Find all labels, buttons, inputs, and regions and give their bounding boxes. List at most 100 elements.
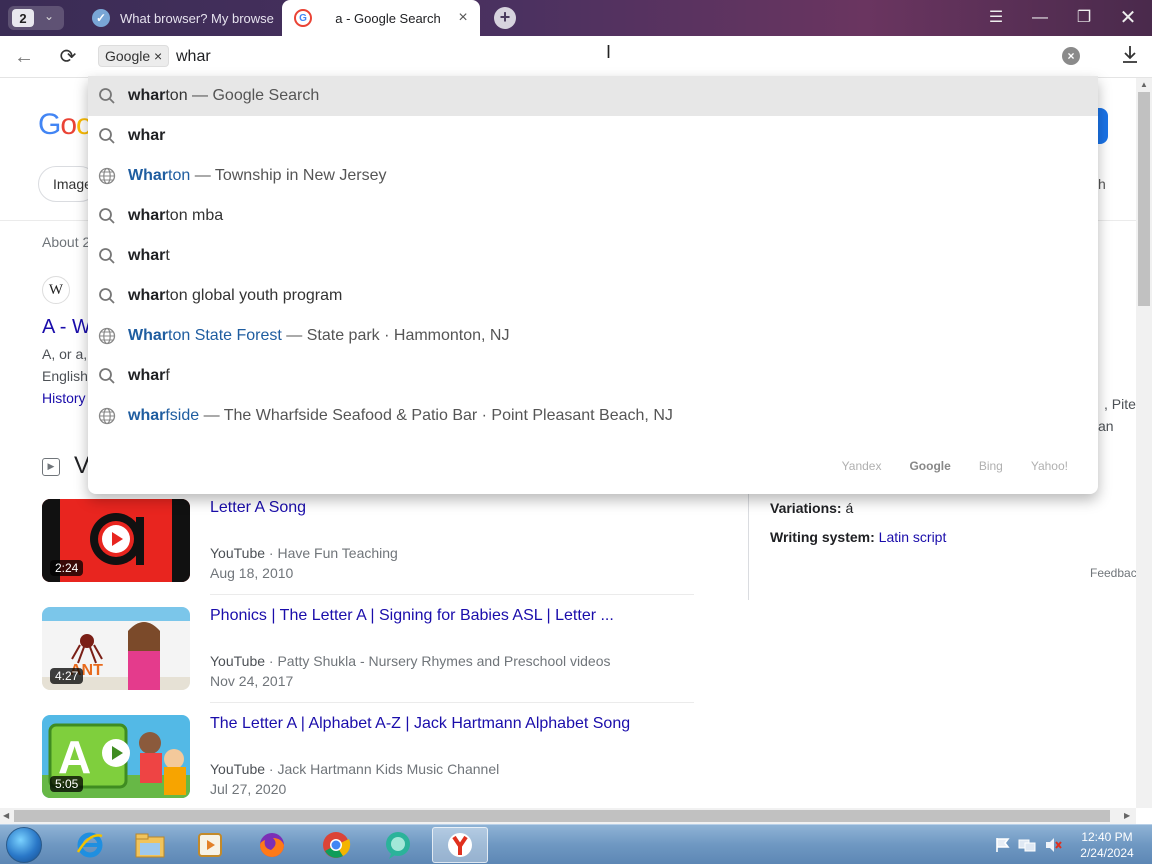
scroll-left-icon[interactable]: ◀ xyxy=(3,811,9,820)
search-icon xyxy=(88,287,128,305)
suggestion-item[interactable]: whar xyxy=(88,116,1098,156)
tab-what-browser[interactable]: ✓ What browser? My browse xyxy=(80,0,276,36)
video-thumbnail[interactable]: ANT 4:27 xyxy=(42,607,190,690)
divider xyxy=(210,702,694,703)
knowledge-panel-text: an xyxy=(1098,418,1114,434)
volume-muted-icon[interactable] xyxy=(1044,837,1062,853)
search-icon xyxy=(88,207,128,225)
tab-bar: 2 ⌄ ✓ What browser? My browse G a - Goog… xyxy=(0,0,1152,36)
browser-favicon-icon: ✓ xyxy=(92,9,110,27)
video-source: YouTube · Have Fun Teaching xyxy=(210,545,398,561)
tab-count-badge: 2 xyxy=(12,9,34,27)
minimize-icon[interactable]: — xyxy=(1028,6,1052,30)
suggestion-text: Wharton State Forest — State park · Hamm… xyxy=(128,327,510,344)
tab-title: a - Google Search xyxy=(335,10,441,26)
video-date: Aug 18, 2010 xyxy=(210,565,294,581)
engine-yandex[interactable]: Yandex xyxy=(842,459,882,473)
video-title-link[interactable]: The Letter A | Alphabet A-Z | Jack Hartm… xyxy=(210,715,630,733)
latin-script-link[interactable]: Latin script xyxy=(879,529,947,545)
scrollbar-thumb[interactable] xyxy=(1138,92,1150,306)
suggestion-item[interactable]: wharton — Google Search xyxy=(88,76,1098,116)
history-link[interactable]: History xyxy=(42,390,86,406)
menu-icon[interactable]: ☰ xyxy=(984,6,1008,30)
suggestion-text: wharfside — The Wharfside Seafood & Pati… xyxy=(128,407,673,424)
file-explorer-icon[interactable] xyxy=(122,827,178,863)
tab-close-icon[interactable]: × xyxy=(454,9,472,27)
search-icon xyxy=(88,127,128,145)
internet-explorer-icon[interactable] xyxy=(62,827,118,863)
video-duration: 2:24 xyxy=(50,560,84,576)
media-player-icon[interactable] xyxy=(182,827,238,863)
video-result[interactable]: 2:24 Letter A Song YouTube · Have Fun Te… xyxy=(42,499,694,607)
yandex-browser-icon[interactable] xyxy=(432,827,488,863)
chat-app-icon[interactable] xyxy=(370,827,426,863)
clock-date: 2/24/2024 xyxy=(1080,846,1134,860)
globe-icon xyxy=(88,407,128,425)
wikipedia-icon: W xyxy=(42,276,70,304)
suggestion-text: wharton global youth program xyxy=(128,287,343,304)
result-snippet: A, or a, xyxy=(42,346,88,362)
tab-google-search[interactable]: G a - Google Search × xyxy=(282,0,480,36)
restore-icon[interactable]: ❐ xyxy=(1072,6,1096,30)
suggestion-text: Wharton — Township in New Jersey xyxy=(128,167,387,184)
tools-link[interactable]: h xyxy=(1098,176,1106,192)
video-thumbnail[interactable]: A 5:05 xyxy=(42,715,190,798)
video-source: YouTube · Jack Hartmann Kids Music Chann… xyxy=(210,761,500,777)
search-icon xyxy=(88,367,128,385)
scrollbar-thumb[interactable] xyxy=(14,810,1110,822)
back-arrow-icon[interactable]: ← xyxy=(12,45,36,69)
result-stats: About 2 xyxy=(42,234,91,250)
globe-icon xyxy=(88,167,128,185)
network-icon[interactable] xyxy=(1018,837,1036,853)
action-center-flag-icon[interactable] xyxy=(994,837,1012,853)
video-thumbnail[interactable]: 2:24 xyxy=(42,499,190,582)
feedback-link[interactable]: Feedbac xyxy=(1090,566,1136,580)
windows-taskbar: 12:40 PM 2/24/2024 xyxy=(0,824,1152,864)
start-button[interactable] xyxy=(6,827,42,863)
search-engine-chip[interactable]: Google × xyxy=(98,45,170,67)
clear-input-icon[interactable]: × xyxy=(1062,47,1080,65)
vertical-scrollbar[interactable]: ▲ xyxy=(1136,78,1152,808)
scroll-right-icon[interactable]: ▶ xyxy=(1124,811,1130,820)
suggestion-item[interactable]: wharf xyxy=(88,356,1098,396)
suggestion-item[interactable]: Wharton — Township in New Jersey xyxy=(88,156,1098,196)
result-title-link[interactable]: A - W xyxy=(42,316,91,339)
horizontal-scrollbar[interactable]: ◀ ▶ xyxy=(0,808,1136,824)
suggestion-item[interactable]: whart xyxy=(88,236,1098,276)
new-tab-button[interactable]: + xyxy=(494,7,516,29)
system-clock[interactable]: 12:40 PM 2/24/2024 xyxy=(1070,829,1144,861)
knowledge-panel-text: , Pite xyxy=(1104,396,1136,412)
chrome-icon[interactable] xyxy=(308,827,364,863)
video-title-link[interactable]: Letter A Song xyxy=(210,499,306,517)
clock-time: 12:40 PM xyxy=(1081,830,1133,844)
video-title-link[interactable]: Phonics | The Letter A | Signing for Bab… xyxy=(210,607,614,625)
firefox-icon[interactable] xyxy=(244,827,300,863)
scroll-up-icon[interactable]: ▲ xyxy=(1140,80,1148,89)
engine-yahoo[interactable]: Yahoo! xyxy=(1031,459,1068,473)
chevron-down-icon: ⌄ xyxy=(44,9,55,23)
suggestion-text: wharton — Google Search xyxy=(128,87,320,104)
address-bar[interactable]: Google × × xyxy=(88,38,1098,76)
engine-bing[interactable]: Bing xyxy=(979,459,1003,473)
suggestion-text: whar xyxy=(128,127,166,144)
search-icon xyxy=(88,247,128,265)
reload-icon[interactable]: ⟳ xyxy=(56,45,80,69)
suggestion-item[interactable]: wharton mba xyxy=(88,196,1098,236)
knowledge-panel-divider xyxy=(748,494,749,600)
tab-counter-button[interactable]: 2 ⌄ xyxy=(8,6,64,30)
video-duration: 4:27 xyxy=(50,668,84,684)
engine-google[interactable]: Google xyxy=(909,459,950,473)
close-window-icon[interactable]: ✕ xyxy=(1116,6,1140,30)
google-logo[interactable]: Goo xyxy=(38,108,93,142)
download-icon[interactable] xyxy=(1118,45,1142,69)
suggestion-item[interactable]: wharfside — The Wharfside Seafood & Pati… xyxy=(88,396,1098,436)
video-result[interactable]: ANT 4:27 Phonics | The Letter A | Signin… xyxy=(42,607,694,715)
video-date: Nov 24, 2017 xyxy=(210,673,294,689)
kp-variations: Variations: á xyxy=(770,500,854,516)
kp-writing-system: Writing system: Latin script xyxy=(770,529,947,545)
suggestion-item[interactable]: wharton global youth program xyxy=(88,276,1098,316)
video-result[interactable]: A 5:05 The Letter A | Alphabet A-Z | Jac… xyxy=(42,715,694,808)
suggestion-item[interactable]: Wharton State Forest — State park · Hamm… xyxy=(88,316,1098,356)
video-date: Jul 27, 2020 xyxy=(210,781,287,797)
suggestion-text: whart xyxy=(128,247,170,264)
